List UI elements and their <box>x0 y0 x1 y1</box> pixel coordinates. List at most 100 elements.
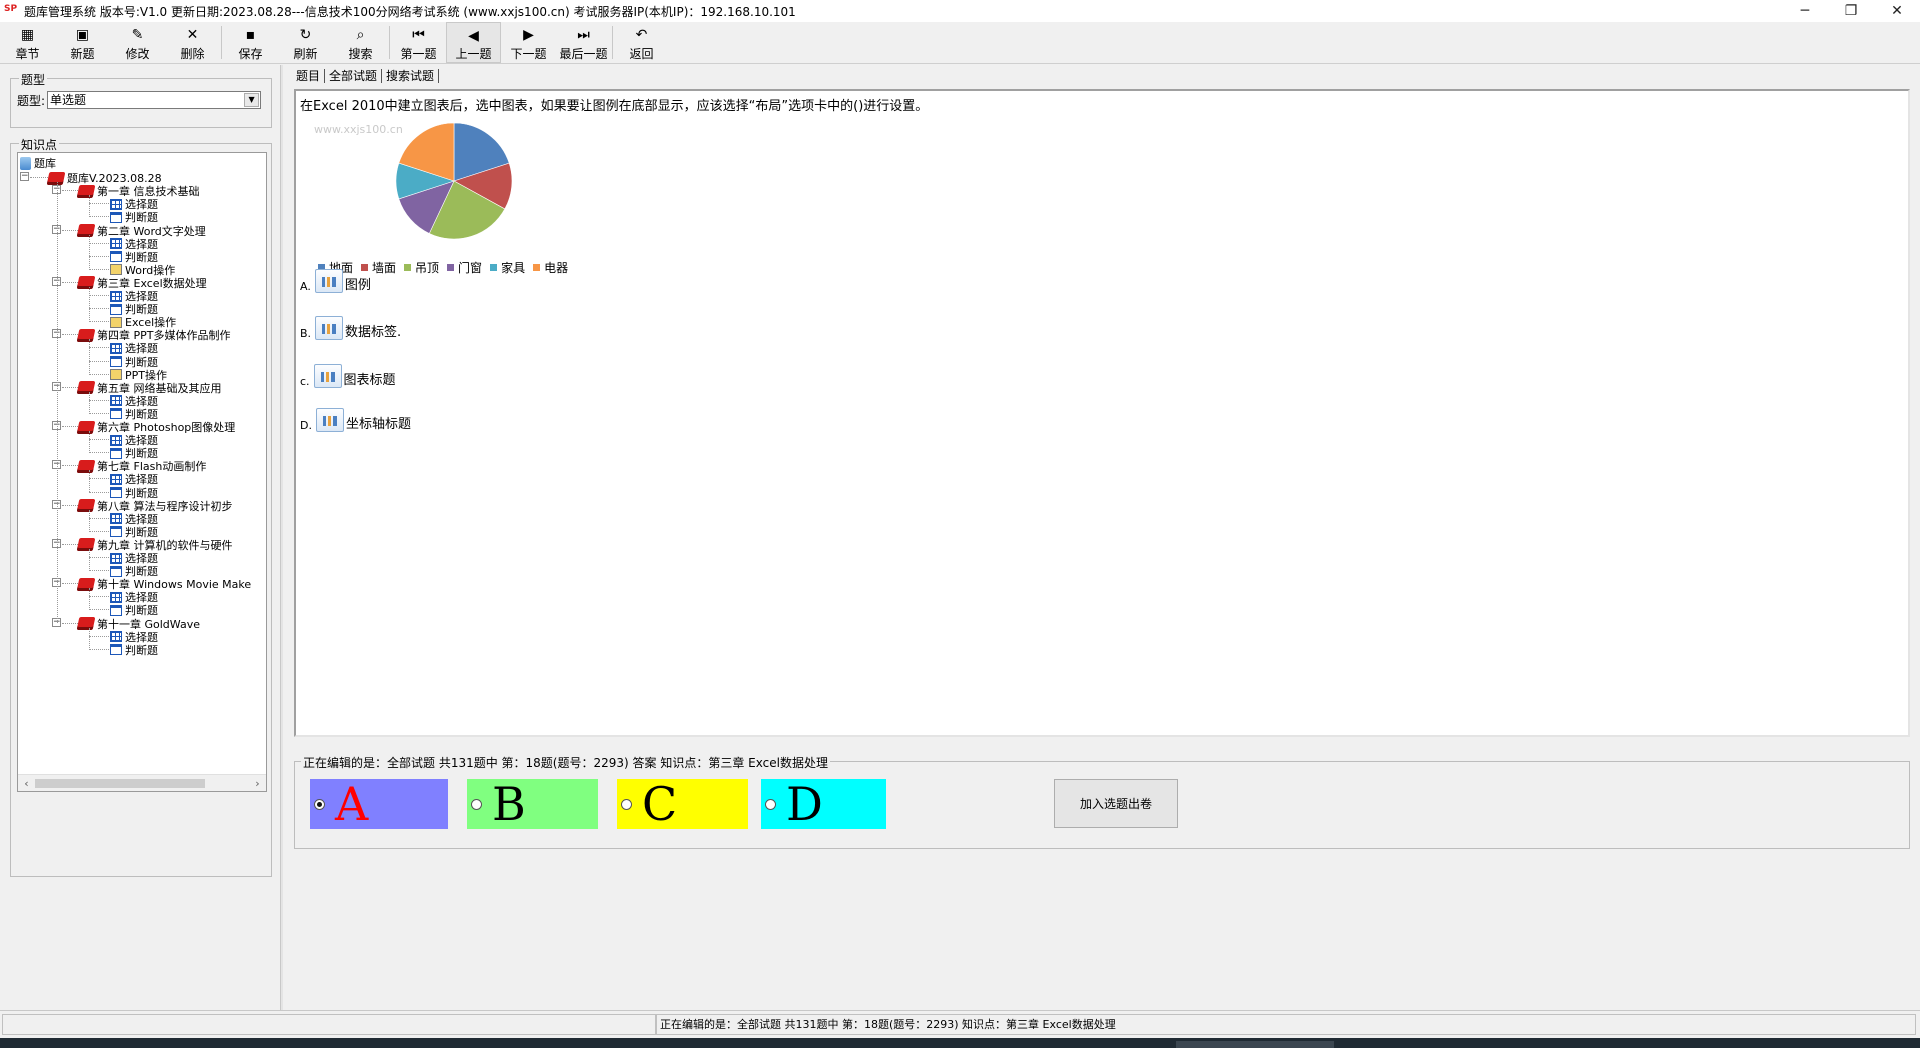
toolbar-separator <box>612 26 613 59</box>
tree-chapter[interactable]: 第十章 Windows Movie Make <box>76 576 251 592</box>
scroll-left-icon[interactable]: ‹ <box>18 775 35 791</box>
option-b: B. 数据标签. <box>300 316 401 340</box>
refresh-button[interactable]: ↻ 刷新 <box>278 22 333 63</box>
tree-book-icon <box>76 420 96 434</box>
tree-grid-icon <box>110 513 122 525</box>
answer-c-option[interactable]: C <box>617 779 748 829</box>
answer-a-letter: A <box>335 777 369 831</box>
tree-connector <box>89 242 109 244</box>
knowledge-point-legend: 知识点 <box>19 136 60 153</box>
tree-connector <box>89 391 90 414</box>
option-d: D. 坐标轴标题 <box>300 408 411 432</box>
answer-d-radio[interactable] <box>765 798 776 810</box>
collapse-toggle-icon[interactable]: − <box>20 172 29 182</box>
tree-connector <box>89 412 109 414</box>
question-type-label: 题型: <box>17 93 46 108</box>
last-button[interactable]: ⏭ 最后一题 <box>556 22 611 63</box>
tree-connector <box>62 334 78 336</box>
taskbar <box>0 1038 1920 1048</box>
first-button-label: 第一题 <box>400 47 437 61</box>
tree-item[interactable]: 判断题 <box>110 642 158 658</box>
tree-connector <box>89 339 90 375</box>
chapter-button-label: 章节 <box>15 47 40 61</box>
close-button[interactable]: ✕ <box>1874 0 1920 22</box>
refresh-icon: ↻ <box>299 27 312 43</box>
new-icon: ▣ <box>75 27 90 43</box>
answer-b-radio[interactable] <box>471 798 482 810</box>
next-button-label: 下一题 <box>510 47 547 61</box>
option-a: A. 图例 <box>300 269 371 293</box>
editing-info-legend: 正在编辑的是：全部试题 共131题中 第：18题(题号：2293) 答案 知识点… <box>301 754 830 771</box>
tree-connector <box>62 281 78 283</box>
edit-button[interactable]: ✎ 修改 <box>110 22 165 63</box>
legend-label: 家具 <box>501 261 526 275</box>
search-button-label: 搜索 <box>348 47 373 61</box>
tree-connector <box>89 530 109 532</box>
tree-connector <box>89 609 109 611</box>
tab-all-questions[interactable]: 全部试题 <box>325 69 383 83</box>
add-to-paper-button[interactable]: 加入选题出卷 <box>1054 779 1178 828</box>
tab-search-questions[interactable]: 搜索试题 <box>382 69 440 83</box>
tree-book-icon <box>46 171 66 185</box>
edit-button-label: 修改 <box>125 47 150 61</box>
tree-connector <box>57 182 58 624</box>
search-button[interactable]: ⌕ 搜索 <box>333 22 388 63</box>
question-content-box[interactable]: 在Excel 2010中建立图表后，选中图表，如果要让图例在底部显示，应该选择“… <box>294 89 1910 737</box>
minimize-button[interactable]: ─ <box>1782 0 1828 22</box>
taskbar-active-item[interactable] <box>1176 1041 1334 1048</box>
maximize-button[interactable]: ❐ <box>1828 0 1874 22</box>
answer-b-option[interactable]: B <box>467 779 598 829</box>
tree-item-label: 判断题 <box>125 643 158 657</box>
scroll-right-icon[interactable]: › <box>249 775 266 791</box>
back-button[interactable]: ↶ 返回 <box>614 22 669 63</box>
question-type-select[interactable]: 单选题 ▼ <box>47 91 262 109</box>
chart-legend-item: 门窗 <box>447 259 482 276</box>
tree-grid-icon <box>110 342 122 354</box>
chevron-down-icon[interactable]: ▼ <box>244 93 260 107</box>
tree-horizontal-scrollbar[interactable]: ‹ › <box>18 774 266 791</box>
chart-legend-item: 家具 <box>490 259 525 276</box>
legend-label: 墙面 <box>372 261 397 275</box>
answer-d-option[interactable]: D <box>761 779 886 829</box>
tree-connector <box>89 627 90 650</box>
back-button-label: 返回 <box>629 47 654 61</box>
new-button[interactable]: ▣ 新题 <box>55 22 110 63</box>
delete-button[interactable]: ✕ 删除 <box>165 22 220 63</box>
answer-a-radio[interactable] <box>314 798 325 810</box>
chapter-button[interactable]: ▦ 章节 <box>0 22 55 63</box>
tree-book-icon <box>76 577 96 591</box>
tree-book-icon <box>76 381 96 395</box>
chart-legend-item: 吊顶 <box>404 259 439 276</box>
tree-op-icon <box>110 264 122 276</box>
save-button[interactable]: ▪ 保存 <box>223 22 278 63</box>
answer-a-option[interactable]: A <box>310 779 448 829</box>
tree-root[interactable]: 题库 <box>20 155 56 171</box>
scrollbar-thumb[interactable] <box>35 779 205 788</box>
tab-question[interactable]: 题目 <box>292 69 326 83</box>
tree-judge-icon <box>110 604 122 616</box>
option-d-text: 坐标轴标题 <box>345 417 411 432</box>
tree-root-icon <box>20 156 31 170</box>
prev-button[interactable]: ◀ 上一题 <box>446 22 501 63</box>
answer-c-radio[interactable] <box>621 798 632 810</box>
tree-connector <box>62 190 78 192</box>
tree-connector <box>89 635 109 637</box>
tree-grid-icon <box>110 238 122 250</box>
knowledge-tree[interactable]: 题库 − 题库V.2023.08.28− 第一章 信息技术基础 选择题 判断题 − 第二章 W… <box>17 152 267 792</box>
save-icon: ▪ <box>245 27 256 43</box>
option-c-text: 图表标题 <box>343 373 396 388</box>
toolbar: ▦ 章节 ▣ 新题 ✎ 修改 ✕ 删除 ▪ 保存 ↻ 刷新 ⌕ 搜索 ⏮ 第一题 ◀ 上一题 ▶ 下一题 ⏭ 最后一题 ↶ 返… <box>0 22 1920 64</box>
tree-grid-icon <box>110 473 122 485</box>
answer-b-letter: B <box>492 777 526 831</box>
legend-label: 电器 <box>544 261 569 275</box>
tree-book-icon <box>76 617 96 630</box>
panel-splitter[interactable] <box>280 65 283 1010</box>
tree-connector <box>89 452 109 454</box>
tree-judge-icon <box>110 644 122 656</box>
question-text: 在Excel 2010中建立图表后，选中图表，如果要让图例在底部显示，应该选择“… <box>300 99 929 114</box>
tree-book-icon <box>76 328 96 342</box>
next-button[interactable]: ▶ 下一题 <box>501 22 556 63</box>
tree-connector <box>89 234 90 270</box>
option-a-text: 图例 <box>344 278 371 293</box>
first-button[interactable]: ⏮ 第一题 <box>391 22 446 63</box>
